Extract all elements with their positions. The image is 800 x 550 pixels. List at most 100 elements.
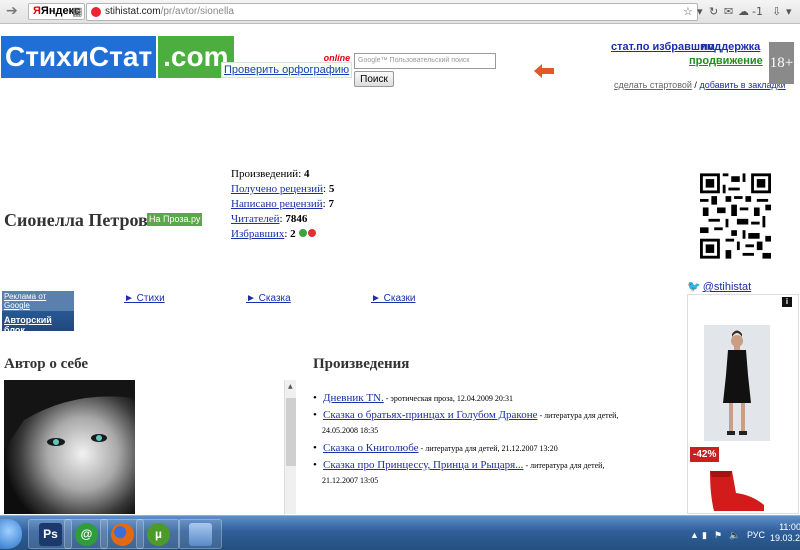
stat-value: 5 <box>328 183 335 195</box>
reload-icon[interactable]: ↻ <box>709 5 718 18</box>
stat-value: 4 <box>304 168 310 180</box>
favorites-stats-link[interactable]: стат.по избравшим <box>611 41 715 53</box>
clock-date: 19.03.201 <box>770 533 800 543</box>
menu-icon[interactable]: ▾ <box>786 5 792 18</box>
work-title-link[interactable]: Дневник TN. <box>323 392 384 404</box>
forward-arrow-icon[interactable]: ➔ <box>6 3 18 19</box>
download-icon[interactable]: ⇩ <box>772 5 781 18</box>
stat-link[interactable]: Избравших <box>231 228 284 240</box>
ad-link-tales[interactable]: ► Сказки <box>371 293 416 304</box>
tray-network-icon[interactable]: ▮ <box>702 530 707 541</box>
utorrent-icon: µ <box>147 523 170 546</box>
add-favorite-icon[interactable] <box>299 229 308 238</box>
ad-info-icon[interactable]: i <box>782 297 792 307</box>
dropdown-icon[interactable]: ▾ <box>697 5 703 18</box>
star-icon[interactable]: ☆ <box>683 5 693 18</box>
ad-link-poems[interactable]: ► Стихи <box>124 293 165 304</box>
link-separator: / <box>694 80 697 90</box>
bookmarks-icon[interactable]: ▦ <box>72 5 82 18</box>
photoshop-icon: Ps <box>39 523 62 546</box>
work-date: 21.12.2007 13:05 <box>322 476 379 485</box>
proza-badge-link[interactable]: На Проза.ру <box>147 213 203 226</box>
url-host: stihistat.com <box>105 6 161 17</box>
twitter-handle: @stihistat <box>702 281 752 293</box>
make-homepage-link[interactable]: сделать стартовой <box>614 80 692 90</box>
ad-link-tale[interactable]: ► Сказка <box>246 293 291 304</box>
work-title-link[interactable]: Сказка про Принцессу, Принца и Рыцаря... <box>323 459 523 471</box>
google-ads-block[interactable]: Реклама от Google Авторский блок <box>2 291 74 335</box>
stat-reviews-written: Написано рецензий: 7 <box>231 198 334 210</box>
stat-favorites: Избравших: 2 <box>231 228 317 240</box>
language-indicator[interactable]: РУС <box>747 530 765 540</box>
site-favicon-icon <box>91 7 101 17</box>
work-date: 24.05.2008 18:35 <box>322 426 379 435</box>
tray-flag-icon[interactable]: ⚑ <box>714 530 722 541</box>
remove-favorite-icon[interactable] <box>308 229 317 238</box>
discount-badge: -42% <box>690 447 720 462</box>
work-title-link[interactable]: Сказка о братьях-принцах и Голубом Драко… <box>323 409 538 421</box>
firefox-icon <box>111 523 134 546</box>
list-item: Сказка о братьях-принцах и Голубом Драко… <box>313 408 644 438</box>
shoe-product-image[interactable] <box>702 465 772 513</box>
scroll-thumb[interactable] <box>286 398 296 466</box>
twitter-link[interactable]: 🐦 @stihistat <box>687 280 751 293</box>
stat-reviews-received: Получено рецензий: 5 <box>231 183 335 195</box>
stat-value: 7846 <box>285 213 308 225</box>
weather-icon[interactable]: ☁ <box>738 5 749 18</box>
stat-link[interactable]: Написано рецензий <box>231 198 323 210</box>
clock-time: 11:00 <box>779 522 800 532</box>
taskbar-app-utorrent[interactable]: µ <box>136 519 180 549</box>
about-section-title: Автор о себе <box>4 356 89 372</box>
stat-link[interactable]: Читателей <box>231 213 280 225</box>
arrow-left-icon <box>534 64 554 78</box>
taskbar-app-notes[interactable] <box>178 519 222 549</box>
sidebar-ad-banner[interactable]: i -42% <box>687 294 799 514</box>
dress-product-image[interactable] <box>704 325 770 441</box>
system-clock[interactable]: 11:00 19.03.201 <box>770 522 800 544</box>
search-brand: Google <box>358 57 381 64</box>
work-meta: - литература для детей, <box>523 461 605 470</box>
search-button[interactable]: Поиск <box>354 71 394 87</box>
mail-icon[interactable]: ✉ <box>724 5 733 18</box>
list-item: Дневник TN. - эротическая проза, 12.04.2… <box>313 391 644 406</box>
spellcheck-link[interactable]: Проверить орфографию online <box>221 53 353 78</box>
start-button[interactable] <box>0 519 22 549</box>
work-title-link[interactable]: Сказка о Книголюбе <box>323 442 419 454</box>
address-bar[interactable]: stihistat.com/pr/avtor/sionella <box>86 3 698 21</box>
twitter-bird-icon: 🐦 <box>687 281 701 293</box>
promotion-link[interactable]: продвижение <box>689 55 763 67</box>
stat-link[interactable]: Получено рецензий <box>231 183 323 195</box>
stat-readers: Читателей: 7846 <box>231 213 308 225</box>
work-meta: - литература для детей, 21.12.2007 13:20 <box>418 444 558 453</box>
age-rating-badge: 18+ <box>769 42 794 84</box>
google-ads-title[interactable]: Реклама от Google <box>2 291 74 311</box>
windows-taskbar: Ps @ µ <box>0 515 800 550</box>
support-link[interactable]: поддержка <box>701 41 760 53</box>
about-scrollbar[interactable]: ▲ <box>284 380 296 514</box>
author-block-link[interactable]: Авторский блок <box>2 311 74 339</box>
work-meta: - эротическая проза, 12.04.2009 20:31 <box>383 394 514 403</box>
stat-value: 7 <box>328 198 334 210</box>
author-avatar <box>4 380 135 514</box>
browser-toolbar: ➔ ЯЯндекс ▦ stihistat.com/pr/avtor/sione… <box>0 0 800 24</box>
site-logo[interactable]: СтихиСтат .com <box>1 36 234 78</box>
search-input[interactable]: Google™ Пользовательский поиск <box>354 53 496 69</box>
list-item: Сказка про Принцессу, Принца и Рыцаря...… <box>313 458 644 488</box>
homepage-bookmark-row: сделать стартовой / добавить в закладки <box>614 80 786 90</box>
spellcheck-online-tag: online <box>323 53 351 63</box>
list-item: Сказка о Книголюбе - литература для дете… <box>313 441 644 456</box>
works-section-title: Произведения <box>313 356 410 372</box>
stat-label: Произведений <box>231 168 299 180</box>
logo-part1: СтихиСтат <box>1 36 157 78</box>
spellcheck-label: Проверить орфографию <box>224 64 350 76</box>
qr-code-icon <box>700 173 771 259</box>
mail-agent-icon: @ <box>75 523 98 546</box>
scroll-up-icon[interactable]: ▲ <box>288 383 293 390</box>
search-placeholder: Пользовательский поиск <box>389 57 470 64</box>
tray-arrow-icon[interactable]: ▲ <box>690 530 699 540</box>
tray-volume-icon[interactable]: 🔈 <box>729 530 740 541</box>
url-path: /pr/avtor/sionella <box>160 6 234 17</box>
author-name: Сионелла Петрова <box>4 210 157 230</box>
stat-works: Произведений: 4 <box>231 168 310 180</box>
notes-icon <box>189 523 212 546</box>
